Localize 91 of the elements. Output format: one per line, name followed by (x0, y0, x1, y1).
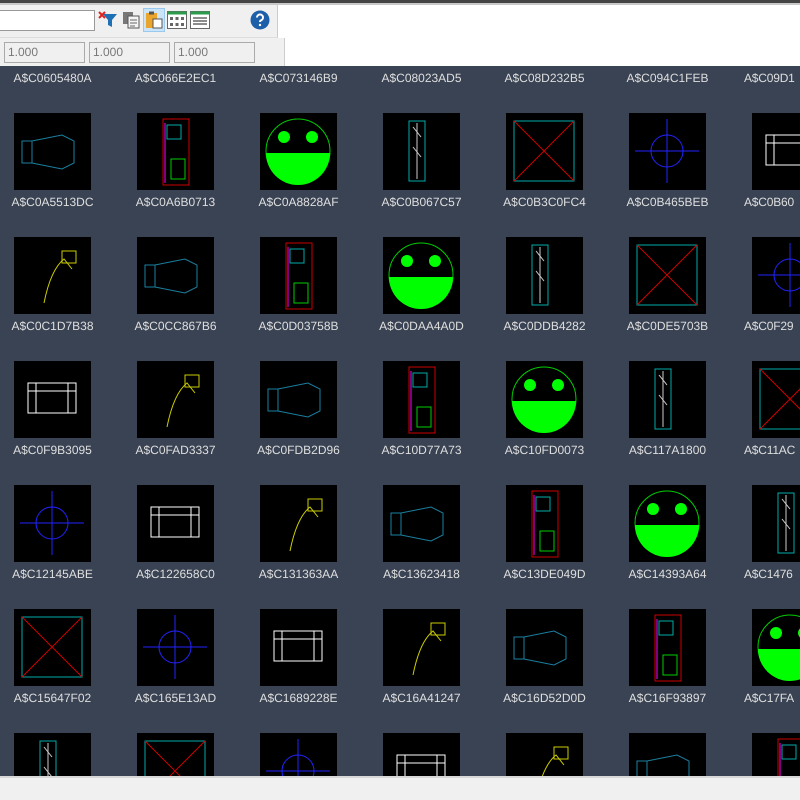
block-name: A$C08D232B5 (504, 70, 585, 86)
cad-block-thumbnail[interactable] (752, 361, 800, 438)
block-name: A$C073146B9 (259, 70, 338, 86)
block-name: A$C1476 (744, 566, 793, 582)
cad-block-thumbnail[interactable] (629, 237, 706, 314)
scale-field[interactable]: 1.000 (89, 42, 170, 62)
block-name: A$C0DAA4A0D (379, 318, 464, 334)
block-name: A$C0F29 (744, 318, 794, 334)
cad-block-thumbnail[interactable] (383, 609, 460, 686)
cad-block-thumbnail[interactable] (260, 237, 337, 314)
list-view-icon (190, 11, 210, 29)
block-name: A$C0FDB2D96 (257, 442, 340, 458)
cad-block-thumbnail[interactable] (506, 361, 583, 438)
cad-block-thumbnail[interactable] (14, 361, 91, 438)
block-name: A$C094C1FEB (626, 70, 709, 86)
block-name: A$C0CC867B6 (134, 318, 217, 334)
block-name: A$C0F9B3095 (13, 442, 92, 458)
cad-block-thumbnail[interactable] (260, 485, 337, 562)
scale-field[interactable]: 1.000 (4, 42, 85, 62)
block-name: A$C16F93897 (628, 690, 706, 706)
grid-view-icon (167, 11, 187, 29)
cad-block-thumbnail[interactable] (752, 485, 800, 562)
paste-button[interactable] (143, 8, 165, 32)
cad-block-thumbnail[interactable] (629, 485, 706, 562)
block-name: A$C10D77A73 (381, 442, 462, 458)
help-icon (250, 10, 270, 30)
cad-block-thumbnail[interactable] (506, 609, 583, 686)
block-name: A$C13623418 (383, 566, 460, 582)
block-name: A$C0DE5703B (626, 318, 708, 334)
block-name: A$C0D03758B (258, 318, 339, 334)
cad-block-thumbnail[interactable] (14, 485, 91, 562)
block-name: A$C08023AD5 (381, 70, 462, 86)
list-view-button[interactable] (189, 8, 211, 32)
block-name: A$C131363AA (258, 566, 338, 582)
block-name: A$C16A41247 (382, 690, 461, 706)
cad-block-thumbnail[interactable] (506, 485, 583, 562)
block-name: A$C0A6B0713 (136, 194, 216, 210)
block-name: A$C165E13AD (134, 690, 216, 706)
block-name: A$C0FAD3337 (135, 442, 216, 458)
cad-block-thumbnail[interactable] (137, 485, 214, 562)
block-name: A$C17FA (744, 690, 794, 706)
block-name: A$C0C1D7B38 (11, 318, 94, 334)
cad-block-thumbnail[interactable] (137, 113, 214, 190)
cad-block-thumbnail[interactable] (752, 113, 800, 190)
cad-block-thumbnail[interactable] (137, 361, 214, 438)
block-name: A$C0DDB4282 (503, 318, 586, 334)
paste-icon (145, 11, 163, 29)
block-name: A$C1689228E (259, 690, 338, 706)
block-name: A$C0A5513DC (11, 194, 94, 210)
block-name: A$C117A1800 (628, 442, 706, 458)
search-field[interactable] (0, 10, 95, 30)
cad-block-thumbnail[interactable] (506, 237, 583, 314)
cad-block-thumbnail[interactable] (383, 485, 460, 562)
block-name: A$C10FD0073 (504, 442, 584, 458)
cad-block-thumbnail[interactable] (629, 113, 706, 190)
cad-block-thumbnail[interactable] (752, 609, 800, 686)
block-name: A$C12145ABE (12, 566, 93, 582)
block-name: A$C0B3C0FC4 (503, 194, 586, 210)
filter-clear-icon (98, 11, 118, 29)
block-name: A$C122658C0 (136, 566, 215, 582)
grid-view-button[interactable] (166, 8, 188, 32)
block-name: A$C09D1 (744, 70, 795, 86)
cad-block-thumbnail[interactable] (383, 361, 460, 438)
block-name: A$C066E2EC1 (134, 70, 216, 86)
block-name: A$C11AC (744, 442, 796, 458)
block-name: A$C0B465BEB (626, 194, 709, 210)
cad-block-thumbnail[interactable] (506, 113, 583, 190)
block-name: A$C15647F02 (14, 690, 92, 706)
cad-block-thumbnail[interactable] (629, 609, 706, 686)
cad-block-thumbnail[interactable] (137, 609, 214, 686)
cad-block-thumbnail[interactable] (137, 237, 214, 314)
block-name: A$C0B60 (744, 194, 794, 210)
cad-block-thumbnail[interactable] (260, 609, 337, 686)
block-name: A$C16D52D0D (503, 690, 586, 706)
block-name: A$C0A8828AF (258, 194, 339, 210)
cad-block-thumbnail[interactable] (260, 113, 337, 190)
block-name: A$C0B067C57 (381, 194, 462, 210)
copy-icon (122, 11, 140, 29)
cad-block-thumbnail[interactable] (260, 361, 337, 438)
cad-block-thumbnail[interactable] (14, 609, 91, 686)
help-button[interactable] (249, 8, 271, 32)
cad-block-thumbnail[interactable] (629, 361, 706, 438)
cad-block-thumbnail[interactable] (14, 113, 91, 190)
block-name: A$C13DE049D (503, 566, 586, 582)
scale-field[interactable]: 1.000 (174, 42, 255, 62)
block-name: A$C0605480A (13, 70, 92, 86)
cad-block-thumbnail[interactable] (752, 237, 800, 314)
cad-block-thumbnail[interactable] (383, 113, 460, 190)
cad-block-thumbnail[interactable] (383, 237, 460, 314)
block-name: A$C14393A64 (628, 566, 707, 582)
cad-block-thumbnail[interactable] (14, 237, 91, 314)
